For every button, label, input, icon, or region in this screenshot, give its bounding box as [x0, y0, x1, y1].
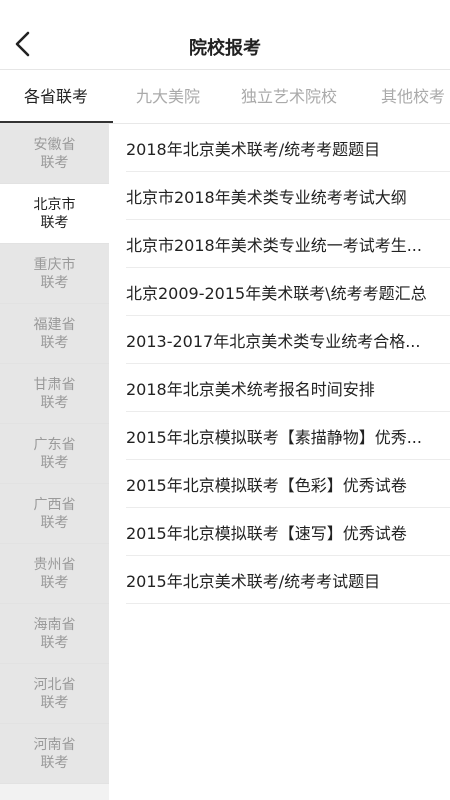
sidebar-item-chongqing[interactable]: 重庆市 联考	[0, 244, 109, 304]
list-item-title: 北京2009-2015年美术联考\统考考题汇总	[126, 283, 427, 303]
list-item[interactable]: 2018年北京美术统考报名时间安排	[126, 364, 450, 412]
sidebar-item-label: 北京市	[33, 196, 76, 213]
page-title: 院校报考	[189, 38, 261, 59]
list-item[interactable]: 2015年北京美术联考/统考考试题目	[126, 556, 450, 604]
list-item-title: 2015年北京模拟联考【素描静物】优秀...	[126, 427, 422, 447]
list-item[interactable]: 北京市2018年美术类专业统一考试考生...	[126, 220, 450, 268]
list-item-title: 2015年北京模拟联考【色彩】优秀试卷	[126, 475, 407, 495]
sidebar-item-sublabel: 联考	[40, 514, 69, 531]
list-item[interactable]: 2013-2017年北京美术类专业统考合格...	[126, 316, 450, 364]
sidebar-item-hebei[interactable]: 河北省 联考	[0, 664, 109, 724]
tab-other-school-exams[interactable]: 其他校考	[381, 70, 445, 123]
sidebar-item-sublabel: 联考	[40, 154, 69, 171]
list-item-title: 2018年北京美术统考报名时间安排	[126, 379, 375, 399]
list-item[interactable]: 2015年北京模拟联考【素描静物】优秀...	[126, 412, 450, 460]
sidebar-item-gansu[interactable]: 甘肃省 联考	[0, 364, 109, 424]
sidebar-item-label: 福建省	[33, 316, 76, 333]
list-item-title: 北京市2018年美术类专业统考考试大纲	[126, 187, 407, 207]
sidebar-item-beijing[interactable]: 北京市 联考	[0, 184, 109, 244]
top-bar: 院校报考	[0, 0, 450, 70]
sidebar-item-henan[interactable]: 河南省 联考	[0, 724, 109, 784]
article-list: 2018年北京美术联考/统考考题题目 北京市2018年美术类专业统考考试大纲 北…	[126, 124, 450, 604]
sidebar-item-anhui[interactable]: 安徽省 联考	[0, 124, 109, 184]
sidebar-item-guangdong[interactable]: 广东省 联考	[0, 424, 109, 484]
sidebar-item-label: 广东省	[33, 436, 76, 453]
sidebar-item-sublabel: 联考	[40, 574, 69, 591]
sidebar-item-label: 广西省	[33, 496, 76, 513]
sidebar-item-sublabel: 联考	[40, 214, 69, 231]
list-item-title: 2015年北京模拟联考【速写】优秀试卷	[126, 523, 407, 543]
category-tabs: 各省联考 九大美院 独立艺术院校 其他校考	[0, 70, 450, 124]
list-item[interactable]: 北京市2018年美术类专业统考考试大纲	[126, 172, 450, 220]
list-item[interactable]: 2015年北京模拟联考【色彩】优秀试卷	[126, 460, 450, 508]
sidebar-item-sublabel: 联考	[40, 754, 69, 771]
list-item-title: 2013-2017年北京美术类专业统考合格...	[126, 331, 421, 351]
active-tab-indicator	[0, 121, 113, 123]
sidebar-item-label: 安徽省	[33, 136, 76, 153]
tab-provincial-exam[interactable]: 各省联考	[24, 70, 88, 123]
sidebar-item-sublabel: 联考	[40, 394, 69, 411]
tab-independent-art-schools[interactable]: 独立艺术院校	[241, 70, 337, 123]
sidebar-item-sublabel: 联考	[40, 454, 69, 471]
list-item-title: 2018年北京美术联考/统考考题题目	[126, 139, 381, 159]
sidebar-item-label: 河北省	[33, 676, 76, 693]
sidebar-item-sublabel: 联考	[40, 634, 69, 651]
province-sidebar: 安徽省 联考 北京市 联考 重庆市 联考 福建省 联考 甘肃省 联考 广东省 联…	[0, 124, 109, 800]
sidebar-item-guangxi[interactable]: 广西省 联考	[0, 484, 109, 544]
sidebar-item-guizhou[interactable]: 贵州省 联考	[0, 544, 109, 604]
sidebar-item-fujian[interactable]: 福建省 联考	[0, 304, 109, 364]
sidebar-item-label: 河南省	[33, 736, 76, 753]
sidebar-item-label: 海南省	[33, 616, 76, 633]
sidebar-item-label: 贵州省	[33, 556, 76, 573]
tab-nine-academies[interactable]: 九大美院	[136, 70, 200, 123]
sidebar-item-label: 重庆市	[33, 256, 76, 273]
list-item[interactable]: 2015年北京模拟联考【速写】优秀试卷	[126, 508, 450, 556]
sidebar-item-label: 甘肃省	[33, 376, 76, 393]
list-item-title: 北京市2018年美术类专业统一考试考生...	[126, 235, 422, 255]
sidebar-item-sublabel: 联考	[40, 334, 69, 351]
sidebar-item-hainan[interactable]: 海南省 联考	[0, 604, 109, 664]
list-item[interactable]: 北京2009-2015年美术联考\统考考题汇总	[126, 268, 450, 316]
list-item-title: 2015年北京美术联考/统考考试题目	[126, 571, 381, 591]
list-item[interactable]: 2018年北京美术联考/统考考题题目	[126, 124, 450, 172]
sidebar-item-sublabel: 联考	[40, 694, 69, 711]
sidebar-item-sublabel: 联考	[40, 274, 69, 291]
